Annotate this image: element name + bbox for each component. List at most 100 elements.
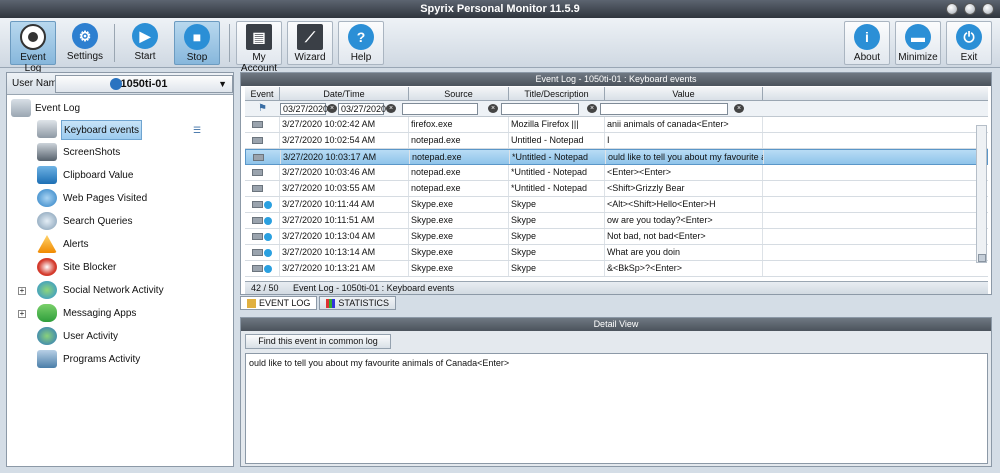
about-label: About — [853, 52, 881, 63]
table-row[interactable]: 3/27/2020 10:02:42 AM firefox.exe Mozill… — [245, 117, 988, 133]
eye-icon — [20, 24, 46, 50]
date-from-input[interactable]: 03/27/2020 — [280, 102, 328, 115]
exit-label: Exit — [960, 52, 978, 63]
stop-button[interactable]: ■ Stop — [174, 21, 220, 65]
table-row-selected[interactable]: 3/27/2020 10:03:17 AM notepad.exe *Untit… — [245, 149, 988, 165]
sidebar-item-alerts[interactable]: Alerts — [63, 235, 89, 255]
row-source: notepad.exe — [409, 133, 509, 148]
exit-button[interactable]: ⏻ Exit — [946, 21, 992, 65]
scrollbar-thumb[interactable] — [978, 254, 986, 262]
settings-button[interactable]: ⚙ Settings — [62, 21, 108, 65]
table-row[interactable]: 3/27/2020 10:11:51 AM Skype.exe Skype ow… — [245, 213, 988, 229]
sidebar-item-programs-activity[interactable]: Programs Activity — [63, 350, 140, 370]
table-row[interactable]: 3/27/2020 10:03:55 AM notepad.exe *Untit… — [245, 181, 988, 197]
toolbar-separator — [114, 24, 115, 62]
sidebar-item-search-queries[interactable]: Search Queries — [63, 212, 132, 232]
find-in-common-log-button[interactable]: Find this event in common log — [245, 334, 391, 349]
wizard-label: Wizard — [294, 52, 326, 63]
settings-label: Settings — [66, 51, 104, 62]
detail-view-panel: Detail View Find this event in common lo… — [240, 317, 992, 467]
sidebar-item-messaging-apps[interactable]: Messaging Apps — [63, 304, 136, 324]
sidebar: User Name 1050ti-01 ▼ Event Log Keyboard… — [6, 72, 234, 467]
event-log-label: Event Log — [20, 52, 46, 74]
user-select-value: 1050ti-01 — [120, 78, 168, 90]
chevron-down-icon: ▼ — [218, 79, 227, 89]
wizard-button[interactable]: ⟋ Wizard — [287, 21, 333, 65]
col-title[interactable]: Title/Description — [509, 87, 605, 100]
row-datetime: 3/27/2020 10:11:51 AM — [280, 213, 409, 228]
grid-vertical-scrollbar[interactable] — [976, 125, 987, 263]
row-title: *Untitled - Notepad — [509, 181, 605, 196]
clear-title-icon[interactable]: × — [587, 104, 597, 113]
keyboard-event-icon — [245, 133, 280, 148]
start-label: Start — [134, 51, 156, 62]
skype-event-icon — [245, 245, 280, 260]
log-tab-icon — [247, 299, 256, 309]
row-source: Skype.exe — [409, 197, 509, 212]
col-datetime[interactable]: Date/Time — [280, 87, 409, 100]
record-count: 42 / 50 — [251, 283, 279, 293]
col-event[interactable]: Event — [245, 87, 280, 100]
table-row[interactable]: 3/27/2020 10:13:21 AM Skype.exe Skype &<… — [245, 261, 988, 277]
col-value[interactable]: Value — [605, 87, 763, 100]
tree-root-event-log[interactable]: Event Log — [35, 99, 80, 119]
clear-source-icon[interactable]: × — [488, 104, 498, 113]
event-log-panel: Event Log - 1050ti-01 : Keyboard events … — [240, 72, 992, 295]
event-log-button[interactable]: Event Log — [10, 21, 56, 74]
source-filter-input[interactable] — [402, 102, 478, 115]
sidebar-item-user-activity[interactable]: User Activity — [63, 327, 118, 347]
table-row[interactable]: 3/27/2020 10:02:54 AM notepad.exe Untitl… — [245, 133, 988, 149]
detail-title: Detail View — [241, 318, 991, 331]
filter-settings-icon[interactable]: ☰ — [193, 125, 201, 136]
start-button[interactable]: ▶ Start — [122, 21, 168, 65]
table-row[interactable]: 3/27/2020 10:13:04 AM Skype.exe Skype No… — [245, 229, 988, 245]
clear-date-from-icon[interactable]: × — [327, 104, 337, 113]
user-select[interactable]: 1050ti-01 ▼ — [55, 75, 233, 93]
col-source[interactable]: Source — [409, 87, 509, 100]
tab-event-log[interactable]: EVENT LOG — [240, 296, 318, 310]
value-filter-input[interactable] — [600, 102, 728, 115]
info-icon: i — [854, 24, 880, 50]
minimize-button[interactable]: ▬ Minimize — [895, 21, 941, 65]
row-value: anii animals of canada<Enter> — [605, 117, 763, 132]
sidebar-item-social-network[interactable]: Social Network Activity — [63, 281, 164, 301]
title-filter-input[interactable] — [501, 102, 579, 115]
sidebar-item-site-blocker[interactable]: Site Blocker — [63, 258, 116, 278]
play-icon: ▶ — [132, 23, 158, 49]
skype-event-icon — [245, 197, 280, 212]
row-value: <Alt><Shift>Hello<Enter>H — [605, 197, 763, 212]
window-close-button[interactable] — [982, 3, 994, 15]
expand-messaging-icon[interactable]: + — [18, 310, 26, 318]
filter-icon[interactable]: ⚑ — [245, 103, 280, 114]
row-title: Untitled - Notepad — [509, 133, 605, 148]
sidebar-item-screenshots[interactable]: ScreenShots — [63, 143, 120, 163]
tab-event-log-label: EVENT LOG — [259, 298, 311, 308]
clear-date-to-icon[interactable]: × — [386, 104, 396, 113]
window-title: Spyrix Personal Monitor 11.5.9 — [420, 3, 580, 15]
row-source: Skype.exe — [409, 213, 509, 228]
my-account-button[interactable]: ▤ My Account — [236, 21, 282, 74]
grid-header: Event Date/Time Source Title/Description… — [245, 87, 988, 101]
row-source: Skype.exe — [409, 229, 509, 244]
window-minimize-button[interactable] — [946, 3, 958, 15]
grid-status-bar: 42 / 50 Event Log - 1050ti-01 : Keyboard… — [245, 281, 988, 294]
wand-icon: ⟋ — [297, 24, 323, 50]
table-row[interactable]: 3/27/2020 10:13:14 AM Skype.exe Skype Wh… — [245, 245, 988, 261]
sidebar-item-clipboard[interactable]: Clipboard Value — [63, 166, 133, 186]
window-maximize-button[interactable] — [964, 3, 976, 15]
sidebar-item-keyboard-events[interactable]: Keyboard events — [61, 120, 143, 140]
sidebar-item-web-pages[interactable]: Web Pages Visited — [63, 189, 147, 209]
programs-icon — [37, 350, 57, 368]
user-icon — [110, 78, 122, 90]
help-button[interactable]: ? Help — [338, 21, 384, 65]
about-button[interactable]: i About — [844, 21, 890, 65]
stop-icon: ■ — [184, 24, 210, 50]
table-row[interactable]: 3/27/2020 10:11:44 AM Skype.exe Skype <A… — [245, 197, 988, 213]
skype-event-icon — [245, 213, 280, 228]
clear-value-icon[interactable]: × — [734, 104, 744, 113]
table-row[interactable]: 3/27/2020 10:03:46 AM notepad.exe *Untit… — [245, 165, 988, 181]
tab-statistics[interactable]: STATISTICS — [319, 296, 397, 310]
search-icon — [37, 212, 57, 230]
date-to-input[interactable]: 03/27/2020 — [338, 102, 386, 115]
expand-social-icon[interactable]: + — [18, 287, 26, 295]
